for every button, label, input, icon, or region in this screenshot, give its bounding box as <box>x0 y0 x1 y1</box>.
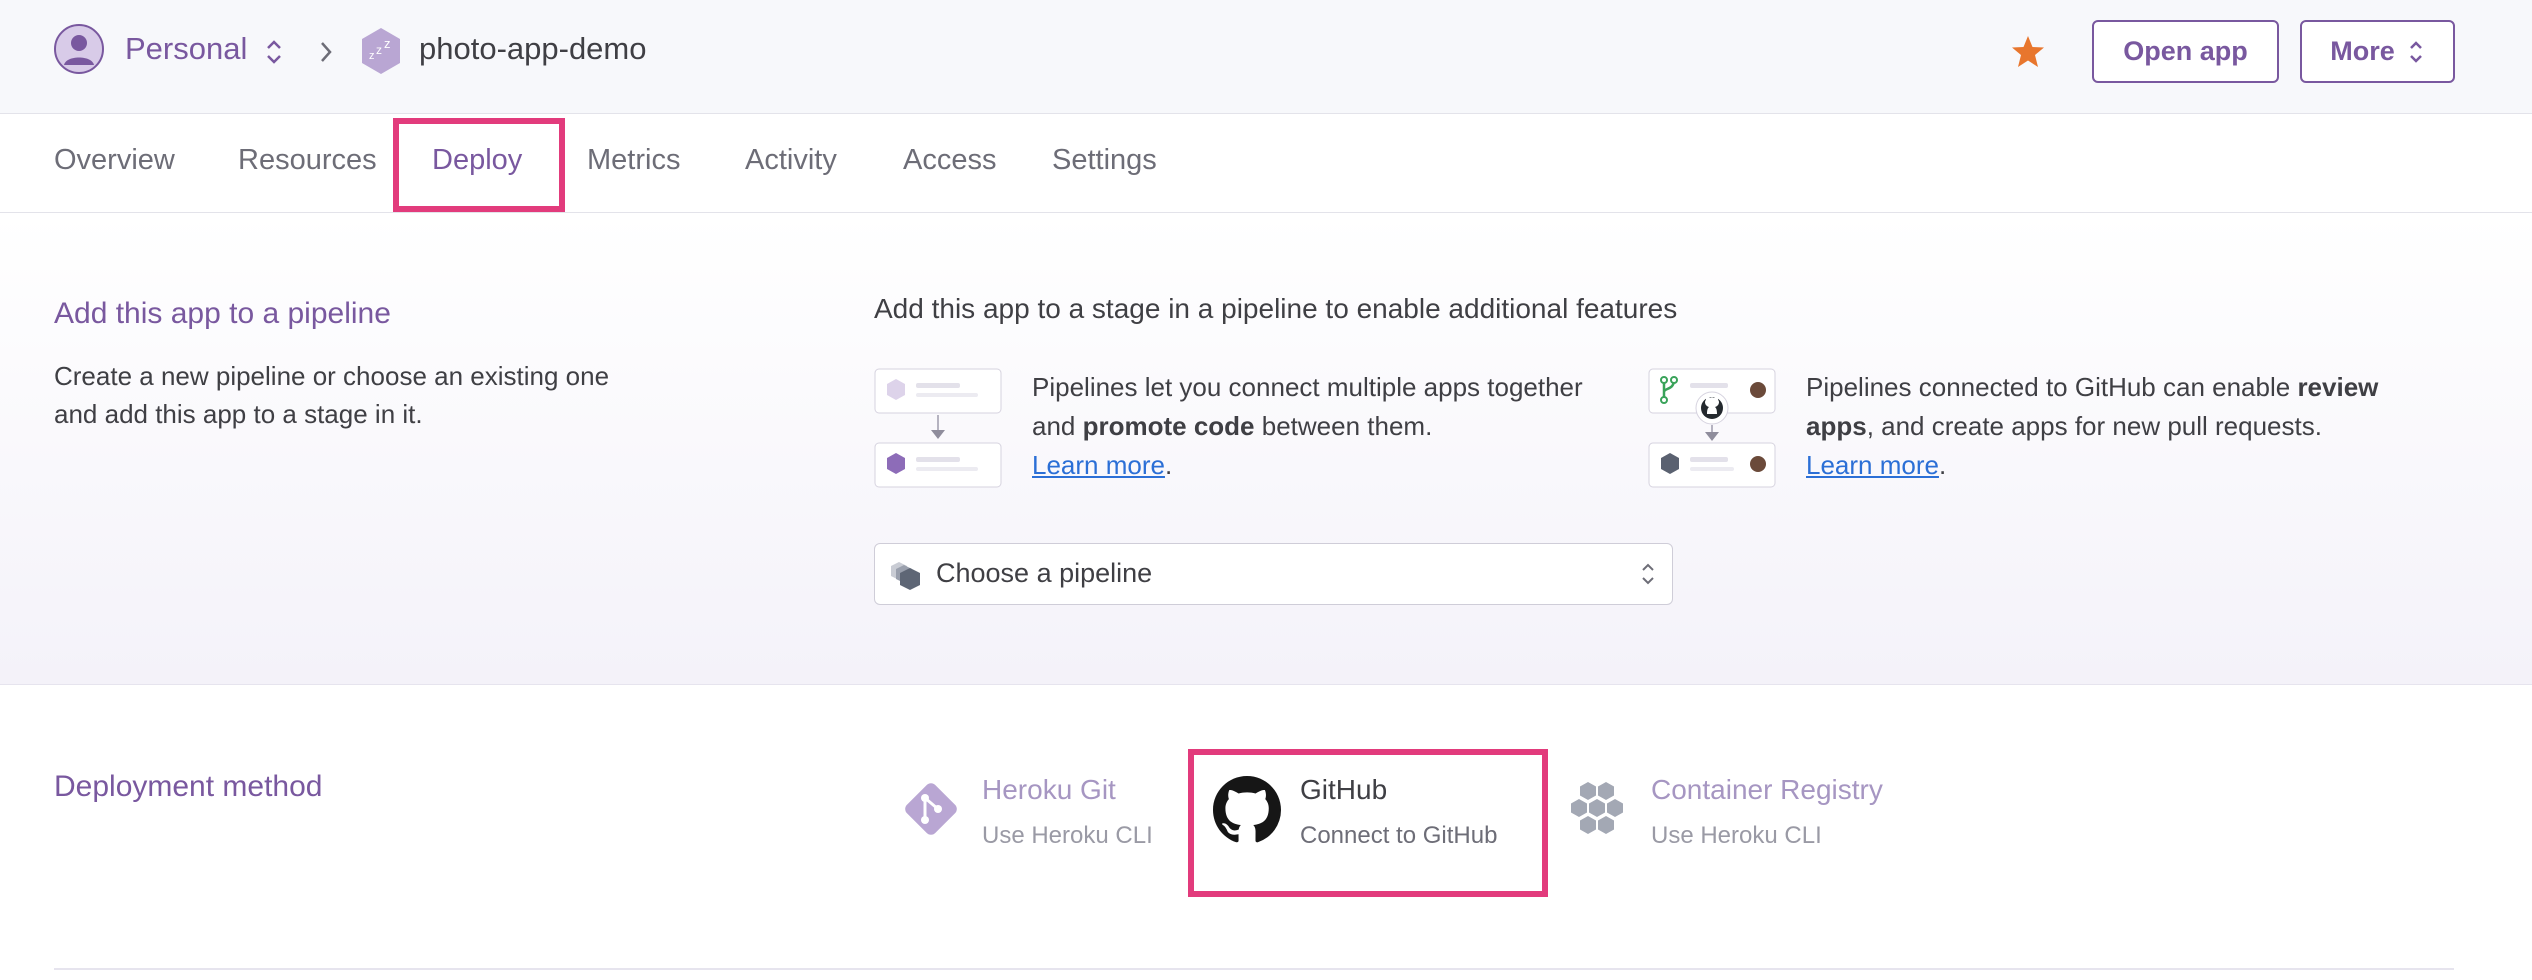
pipeline-promote-illustration-icon <box>874 368 1002 488</box>
deployment-section-title: Deployment method <box>54 770 323 803</box>
tab-resources[interactable]: Resources <box>238 144 377 177</box>
container-registry-name: Container Registry <box>1651 774 1883 805</box>
app-header: Personal z z z photo-app-demo Open app M… <box>0 0 2532 114</box>
app-tab-bar: Overview Resources Deploy Metrics Activi… <box>0 114 2532 213</box>
heroku-git-icon <box>905 783 957 835</box>
tab-settings[interactable]: Settings <box>1052 144 1157 177</box>
learn-more-link-pipelines[interactable]: Learn more <box>1032 450 1165 480</box>
feature-promote-bold: promote code <box>1082 411 1255 441</box>
tab-metrics[interactable]: Metrics <box>587 144 680 177</box>
breadcrumb-chevron-icon <box>321 42 332 62</box>
team-switcher-icon[interactable] <box>262 37 286 67</box>
tab-activity[interactable]: Activity <box>745 144 837 177</box>
feature-promote-text: Pipelines let you connect multiple apps … <box>1032 372 1583 480</box>
tab-overview[interactable]: Overview <box>54 144 175 177</box>
deploy-method-container-registry[interactable]: Container Registry Use Heroku CLI <box>1562 764 1922 860</box>
feature-review-text-1: Pipelines connected to GitHub can enable <box>1806 372 2298 402</box>
container-registry-sub: Use Heroku CLI <box>1651 822 1822 849</box>
container-registry-icon <box>1571 782 1623 834</box>
more-button[interactable]: More <box>2300 20 2455 83</box>
choose-pipeline-placeholder: Choose a pipeline <box>936 558 1153 588</box>
pipeline-section-title: Add this app to a pipeline <box>54 297 391 330</box>
app-name[interactable]: photo-app-demo <box>419 31 647 67</box>
heroku-git-name: Heroku Git <box>982 774 1116 805</box>
pipeline-section: Add this app to a pipeline Create a new … <box>0 214 2532 685</box>
deploy-tab-highlight <box>393 118 565 212</box>
section-divider <box>54 968 2454 970</box>
app-sleeping-icon: z z z <box>362 28 400 74</box>
pipeline-stack-icon <box>891 562 920 590</box>
open-app-button[interactable]: Open app <box>2092 20 2279 83</box>
tab-access[interactable]: Access <box>903 144 996 177</box>
user-avatar-icon[interactable] <box>54 24 104 74</box>
choose-pipeline-select[interactable]: Choose a pipeline <box>874 543 1673 605</box>
svg-text:z: z <box>376 43 382 57</box>
feature-review-apps-text: Pipelines connected to GitHub can enable… <box>1806 372 2379 480</box>
pipeline-heading: Add this app to a stage in a pipeline to… <box>874 293 1678 324</box>
feature-promote-text-2: between them. <box>1254 411 1433 441</box>
learn-more-link-github[interactable]: Learn more <box>1806 450 1939 480</box>
pipeline-section-description: Create a new pipeline or choose an exist… <box>54 361 610 429</box>
svg-text:z: z <box>369 50 375 62</box>
team-name[interactable]: Personal <box>125 31 247 67</box>
more-caret-icon <box>2409 40 2422 63</box>
open-app-label: Open app <box>2123 36 2248 66</box>
select-caret-icon <box>1642 563 1654 585</box>
pipeline-github-illustration-icon <box>1648 368 1776 488</box>
deploy-method-heroku-git[interactable]: Heroku Git Use Heroku CLI <box>890 764 1180 860</box>
more-label: More <box>2330 36 2395 66</box>
github-option-highlight <box>1188 749 1548 897</box>
svg-text:z: z <box>384 36 391 51</box>
feature-review-text-2: , and create apps for new pull requests. <box>1866 411 2322 441</box>
heroku-git-sub: Use Heroku CLI <box>982 822 1153 849</box>
favorite-star-icon[interactable] <box>2010 34 2046 70</box>
